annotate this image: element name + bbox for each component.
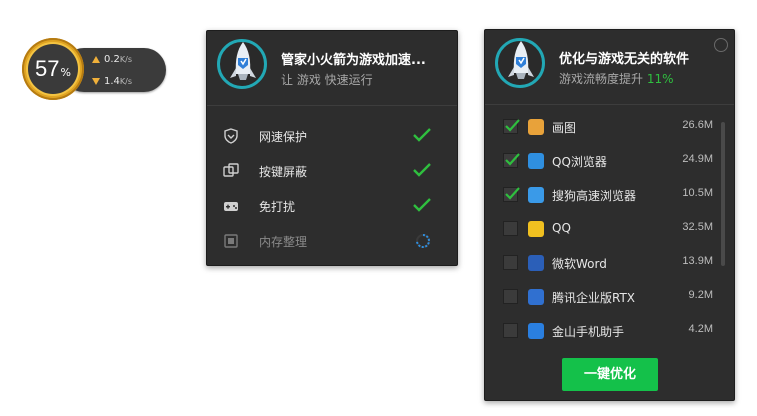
- game-accel-panel: 管家小火箭为游戏加速... 让 游戏 快速运行 网速保护 按键屏蔽 免打扰 内存…: [206, 30, 458, 266]
- upload-unit: K/s: [119, 55, 133, 64]
- app-size: 24.9M: [682, 153, 713, 165]
- panel-header: 管家小火箭为游戏加速... 让 游戏 快速运行: [207, 31, 457, 105]
- feature-label: 网速保护: [259, 130, 308, 144]
- download-speed: 1.4K/s: [104, 76, 132, 87]
- app-checkbox[interactable]: [503, 323, 518, 338]
- divider: [485, 104, 734, 105]
- app-row[interactable]: QQ 32.5M: [485, 212, 725, 246]
- app-row[interactable]: 金山手机助手 4.2M: [485, 314, 725, 348]
- gamepad-icon: [224, 202, 238, 211]
- app-name: QQ: [552, 221, 571, 235]
- phone-assistant-icon: [528, 323, 544, 339]
- app-row[interactable]: 微软Word 13.9M: [485, 246, 725, 280]
- panel-subtitle: 让 游戏 快速运行: [281, 73, 373, 87]
- panel-subtitle: 游戏流畅度提升 11%: [559, 70, 674, 87]
- memory-percent: 57%: [28, 56, 78, 82]
- word-icon: [528, 255, 544, 271]
- app-checkbox[interactable]: [503, 187, 520, 202]
- check-icon: [413, 198, 431, 212]
- scrollbar[interactable]: [721, 122, 725, 266]
- app-size: 13.9M: [682, 255, 713, 267]
- feature-do-not-disturb: 免打扰: [207, 189, 457, 224]
- app-name: 搜狗高速浏览器: [552, 189, 637, 203]
- sogou-browser-icon: [528, 187, 544, 203]
- check-icon: [505, 119, 520, 132]
- app-size: 32.5M: [682, 221, 713, 233]
- qq-browser-icon: [528, 153, 544, 169]
- feature-label: 按键屏蔽: [259, 165, 308, 179]
- feature-label: 免打扰: [259, 200, 296, 214]
- panel-title: 管家小火箭为游戏加速...: [281, 53, 426, 68]
- shield-icon: [224, 128, 238, 144]
- download-arrow-icon: [92, 78, 100, 85]
- percent-value: 57: [35, 56, 60, 81]
- check-icon: [413, 128, 431, 142]
- download-value: 1.4: [104, 76, 120, 87]
- keyboard-block-icon: [223, 163, 239, 177]
- app-row[interactable]: 腾讯企业版RTX 9.2M: [485, 280, 725, 314]
- upload-value: 0.2: [104, 54, 120, 65]
- feature-label: 内存整理: [259, 235, 308, 249]
- app-checkbox[interactable]: [503, 289, 518, 304]
- feature-key-block: 按键屏蔽: [207, 154, 457, 189]
- qq-penguin-icon: [528, 221, 544, 237]
- app-row[interactable]: QQ浏览器 24.9M: [485, 144, 725, 178]
- one-click-optimize-button[interactable]: 一键优化: [562, 358, 658, 391]
- download-unit: K/s: [119, 77, 133, 86]
- percent-symbol: %: [60, 66, 71, 79]
- rocket-icon: [217, 39, 267, 89]
- app-name: 腾讯企业版RTX: [552, 291, 636, 305]
- close-icon[interactable]: [714, 38, 728, 52]
- feature-network-protect: 网速保护: [207, 119, 457, 154]
- app-name: 微软Word: [552, 257, 607, 271]
- check-icon: [505, 153, 520, 166]
- app-checkbox[interactable]: [503, 153, 520, 168]
- app-checkbox[interactable]: [503, 119, 520, 134]
- app-checkbox[interactable]: [503, 255, 518, 270]
- upload-arrow-icon: [92, 56, 100, 63]
- optimize-panel: 优化与游戏无关的软件 游戏流畅度提升 11% 画图 26.6M QQ浏览器 24.9M…: [484, 29, 735, 401]
- rocket-icon: [495, 38, 545, 88]
- app-size: 4.2M: [688, 323, 713, 335]
- loading-spinner-icon: [416, 234, 430, 248]
- check-icon: [505, 187, 520, 200]
- boost-percent: 11%: [646, 72, 674, 86]
- app-size: 26.6M: [682, 119, 713, 131]
- app-name: 金山手机助手: [552, 325, 625, 339]
- app-row[interactable]: 搜狗高速浏览器 10.5M: [485, 178, 725, 212]
- app-name: QQ浏览器: [552, 155, 607, 169]
- feature-memory-clean: 内存整理: [207, 224, 457, 259]
- app-checkbox[interactable]: [503, 221, 518, 236]
- speed-ball-widget[interactable]: 57% 0.2K/s 1.4K/s: [20, 36, 166, 104]
- upload-speed: 0.2K/s: [104, 54, 132, 65]
- panel-title: 优化与游戏无关的软件: [559, 52, 690, 67]
- app-row[interactable]: 画图 26.6M: [485, 110, 725, 144]
- divider: [207, 105, 457, 106]
- check-icon: [413, 163, 431, 177]
- memory-icon: [224, 234, 238, 248]
- app-size: 9.2M: [688, 289, 713, 301]
- memory-ball[interactable]: 57%: [22, 38, 84, 100]
- app-size: 10.5M: [682, 187, 713, 199]
- app-name: 画图: [552, 121, 577, 135]
- subtitle-text: 游戏流畅度提升: [559, 72, 647, 86]
- ball-inner: 57%: [28, 44, 78, 94]
- paint-icon: [528, 119, 544, 135]
- rtx-icon: [528, 289, 544, 305]
- panel-header: 优化与游戏无关的软件 游戏流畅度提升 11%: [485, 30, 734, 104]
